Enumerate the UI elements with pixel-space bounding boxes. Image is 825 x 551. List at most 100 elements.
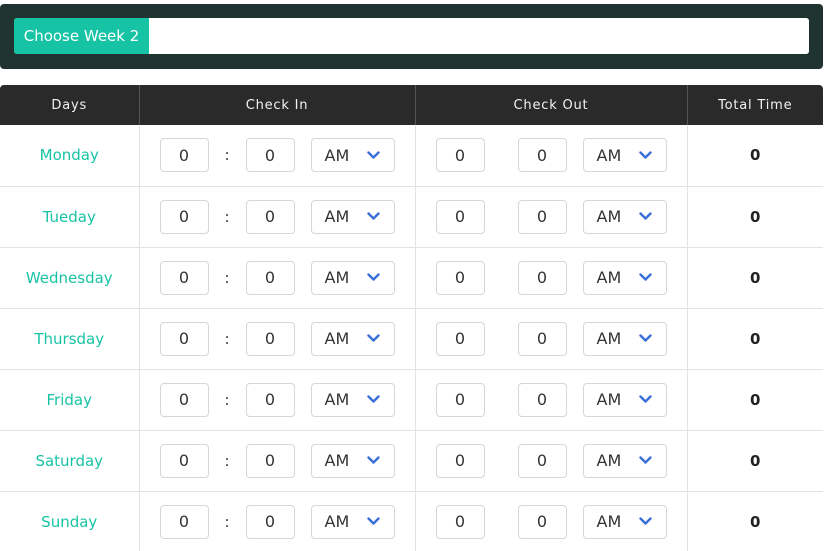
out-hour-input[interactable]: 0	[435, 504, 485, 539]
day-label: Sunday	[0, 491, 140, 551]
out-ampm-value: AM	[596, 268, 622, 287]
out-minute-input[interactable]: 0	[517, 321, 567, 356]
table-row: Tueday 0:0 AM 0 0 AM 0	[0, 186, 823, 248]
day-label: Monday	[0, 125, 140, 187]
in-hour-input[interactable]: 0	[159, 382, 209, 417]
time-colon: :	[224, 451, 230, 470]
out-hour-input[interactable]: 0	[435, 382, 485, 417]
choose-week-button[interactable]: Choose Week 2	[14, 18, 149, 54]
chevron-down-icon	[366, 395, 380, 404]
out-ampm-select[interactable]: AM	[582, 382, 667, 417]
total-time-value: 0	[687, 491, 823, 551]
in-ampm-value: AM	[324, 451, 350, 470]
time-colon: :	[224, 268, 230, 287]
in-ampm-select[interactable]: AM	[310, 199, 395, 234]
out-ampm-value: AM	[596, 145, 622, 165]
chevron-down-icon	[638, 334, 652, 343]
day-label: Friday	[0, 369, 140, 431]
in-ampm-select[interactable]: AM	[310, 321, 395, 356]
in-ampm-value: AM	[324, 145, 350, 165]
total-time-value: 0	[687, 430, 823, 492]
chevron-down-icon	[638, 273, 652, 282]
in-ampm-select[interactable]: AM	[310, 504, 395, 539]
out-minute-input[interactable]: 0	[517, 138, 567, 173]
chevron-down-icon	[366, 151, 380, 160]
table-row: Saturday 0:0 AM 0 0 AM 0	[0, 430, 823, 492]
in-ampm-value: AM	[324, 329, 350, 348]
out-minute-input[interactable]: 0	[517, 260, 567, 295]
day-label: Wednesday	[0, 247, 140, 309]
out-ampm-select[interactable]: AM	[582, 443, 667, 478]
table-body: Monday 0:0 AM 0 0 AM 0 Tueday 0:0 AM 0 0 AM 0 Wednesda…	[0, 125, 823, 551]
chevron-down-icon	[366, 334, 380, 343]
total-time-value: 0	[687, 369, 823, 431]
out-hour-input[interactable]: 0	[435, 443, 485, 478]
out-ampm-select[interactable]: AM	[582, 199, 667, 234]
in-hour-input[interactable]: 0	[159, 443, 209, 478]
week-input[interactable]	[149, 18, 809, 54]
time-colon: :	[224, 512, 230, 531]
out-minute-input[interactable]: 0	[517, 199, 567, 234]
header-days: Days	[0, 85, 140, 125]
total-time-value: 0	[687, 308, 823, 370]
table-row: Friday 0:0 AM 0 0 AM 0	[0, 369, 823, 431]
check-in-cell: 0:0 AM	[139, 369, 416, 431]
in-ampm-value: AM	[324, 268, 350, 287]
in-ampm-select[interactable]: AM	[310, 443, 395, 478]
time-colon: :	[224, 390, 230, 409]
in-minute-input[interactable]: 0	[245, 260, 295, 295]
out-hour-input[interactable]: 0	[435, 321, 485, 356]
chevron-down-icon	[638, 212, 652, 221]
in-ampm-value: AM	[324, 207, 350, 226]
out-hour-input[interactable]: 0	[435, 138, 485, 173]
header-check-out: Check Out	[415, 85, 688, 125]
out-minute-input[interactable]: 0	[517, 382, 567, 417]
chevron-down-icon	[638, 517, 652, 526]
check-out-cell: 0 0 AM	[415, 430, 688, 492]
check-in-cell: 0:0 AM	[139, 247, 416, 309]
in-hour-input[interactable]: 0	[159, 199, 209, 234]
week-picker: Choose Week 2	[14, 18, 809, 54]
in-ampm-select[interactable]: AM	[310, 382, 395, 417]
in-hour-input[interactable]: 0	[159, 138, 209, 173]
in-ampm-select[interactable]: AM	[310, 260, 395, 295]
out-hour-input[interactable]: 0	[435, 199, 485, 234]
out-minute-input[interactable]: 0	[517, 504, 567, 539]
in-ampm-select[interactable]: AM	[310, 138, 395, 173]
chevron-down-icon	[366, 456, 380, 465]
out-ampm-select[interactable]: AM	[582, 504, 667, 539]
in-hour-input[interactable]: 0	[159, 321, 209, 356]
out-ampm-select[interactable]: AM	[582, 260, 667, 295]
out-ampm-value: AM	[596, 451, 622, 470]
table-row: Sunday 0:0 AM 0 0 AM 0	[0, 491, 823, 551]
out-ampm-value: AM	[596, 329, 622, 348]
chevron-down-icon	[366, 517, 380, 526]
day-label: Thursday	[0, 308, 140, 370]
in-minute-input[interactable]: 0	[245, 382, 295, 417]
out-minute-input[interactable]: 0	[517, 443, 567, 478]
timesheet-table: Days Check In Check Out Total Time Monda…	[0, 85, 823, 551]
table-row: Monday 0:0 AM 0 0 AM 0	[0, 125, 823, 187]
in-minute-input[interactable]: 0	[245, 443, 295, 478]
check-out-cell: 0 0 AM	[415, 491, 688, 551]
out-ampm-select[interactable]: AM	[582, 321, 667, 356]
in-minute-input[interactable]: 0	[245, 321, 295, 356]
in-hour-input[interactable]: 0	[159, 504, 209, 539]
in-ampm-value: AM	[324, 390, 350, 409]
in-minute-input[interactable]: 0	[245, 199, 295, 234]
out-ampm-value: AM	[596, 512, 622, 531]
in-hour-input[interactable]: 0	[159, 260, 209, 295]
table-row: Wednesday 0:0 AM 0 0 AM 0	[0, 247, 823, 309]
check-in-cell: 0:0 AM	[139, 430, 416, 492]
total-time-value: 0	[687, 186, 823, 248]
check-out-cell: 0 0 AM	[415, 369, 688, 431]
out-hour-input[interactable]: 0	[435, 260, 485, 295]
out-ampm-select[interactable]: AM	[582, 138, 667, 173]
check-in-cell: 0:0 AM	[139, 186, 416, 248]
time-colon: :	[224, 146, 230, 165]
total-time-value: 0	[687, 125, 823, 187]
in-minute-input[interactable]: 0	[245, 504, 295, 539]
out-ampm-value: AM	[596, 207, 622, 226]
out-ampm-value: AM	[596, 390, 622, 409]
in-minute-input[interactable]: 0	[245, 138, 295, 173]
